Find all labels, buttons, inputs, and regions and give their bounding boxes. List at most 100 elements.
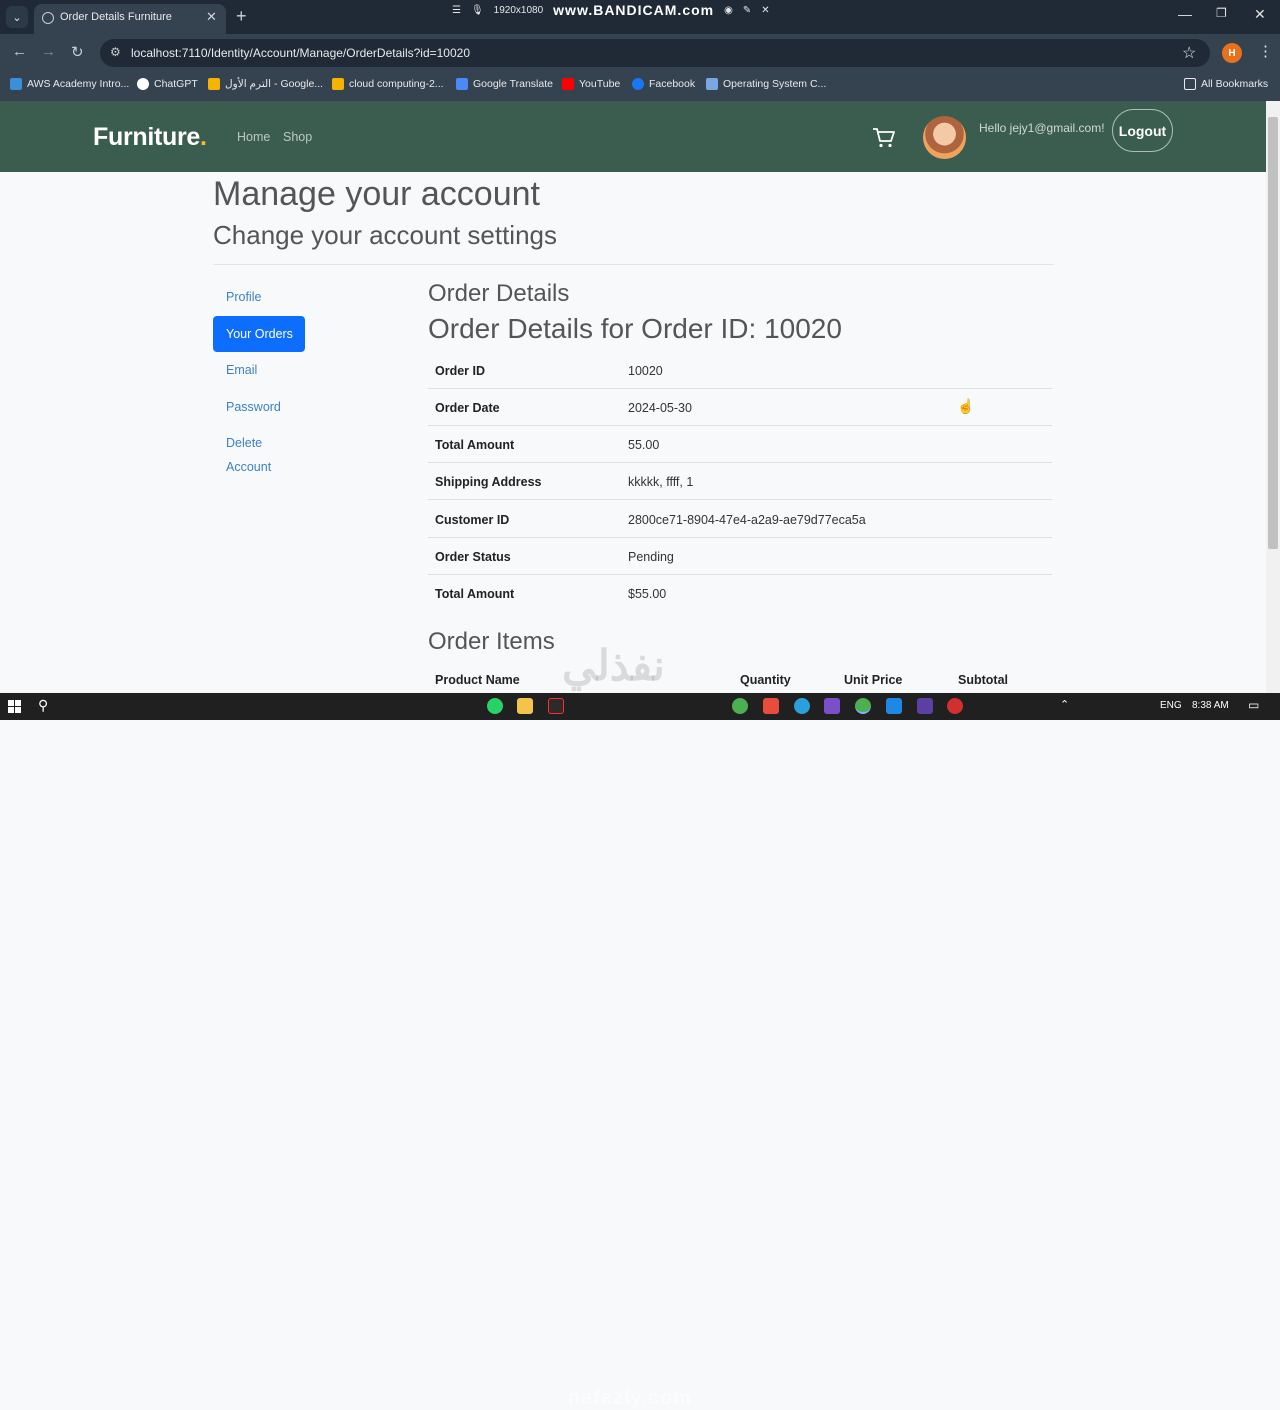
nav-shop-link[interactable]: Shop [283,130,312,144]
order-items-title: Order Items [428,628,555,655]
drive-icon [208,78,220,90]
windows-taskbar: ⚲ nafezly.com ⌃ ENG 8:38 AM ▭ [0,693,1280,1409]
detail-label: Order Date [435,401,500,415]
detail-label: Order ID [435,364,486,378]
bookmark-youtube[interactable]: YouTube [562,78,620,90]
tab-close-icon[interactable]: ✕ [206,9,217,25]
folder-icon [1184,78,1196,90]
sidebar-item-password[interactable]: Password [213,400,281,414]
cart-icon[interactable] [872,127,896,149]
detail-label: Shipping Address [435,475,542,489]
sidebar-item-email[interactable]: Email [213,363,257,377]
input-language[interactable]: ENG [1160,700,1182,711]
page-scrollbar[interactable] [1266,101,1280,693]
bandicam-logo: www.BANDICAM.com [553,2,715,18]
terminal-icon[interactable] [917,698,933,714]
watermark-latin: nafezly.com [568,1387,692,1409]
detail-value: 10020 [628,364,663,378]
camera-icon[interactable]: ◉ [724,5,733,16]
bookmark-star-icon[interactable]: ☆ [1182,43,1196,63]
chrome-active-icon[interactable] [855,698,871,714]
tab-search-button[interactable]: ⌄ [6,6,28,28]
column-header-subtotal: Subtotal [958,673,1008,687]
window-minimize-button[interactable]: — [1178,6,1192,22]
detail-label: Total Amount [435,587,515,601]
clock[interactable]: 8:38 AM [1192,700,1229,711]
store-icon[interactable] [763,698,779,714]
brand-logo[interactable]: Furniture. [93,123,207,152]
recording-resolution: 1920x1080 [493,4,544,16]
page-subtitle: Change your account settings [213,220,557,250]
bandicam-recording-bar: ☰ 🎙 1920x1080 www.BANDICAM.com ◉ ✎ ✕ [440,0,840,20]
bookmark-operating-system[interactable]: Operating System C... [706,78,826,90]
menu-icon[interactable]: ☰ [452,5,461,16]
all-bookmarks-button[interactable]: All Bookmarks [1184,78,1268,90]
search-icon[interactable]: ⚲ [38,697,48,714]
chevron-up-icon[interactable]: ⌃ [1060,698,1069,711]
address-bar[interactable]: ⚙ localhost:7110/Identity/Account/Manage… [100,39,1210,67]
mail-icon[interactable] [886,698,902,714]
profile-avatar-button[interactable]: H [1222,43,1242,63]
bookmark-cloud-computing[interactable]: cloud computing-2... [332,78,444,90]
forward-arrow-icon[interactable]: → [41,43,56,60]
visual-studio-icon[interactable] [824,698,840,714]
detail-value: kkkkk, ffff, 1 [628,475,694,489]
user-greeting[interactable]: Hello jejy1@gmail.com! [979,121,1105,135]
pencil-icon[interactable]: ✎ [743,5,751,16]
more-menu-icon[interactable]: ⋮ [1258,42,1273,60]
bookmark-facebook[interactable]: Facebook [632,78,695,90]
sidebar-item-profile[interactable]: Profile [213,290,261,304]
new-tab-button[interactable]: + [236,6,247,27]
bandicam-icon[interactable] [947,698,963,714]
drive-icon [332,78,344,90]
detail-value: $55.00 [628,587,667,601]
sidebar-item-delete[interactable]: Delete [213,436,262,450]
logout-button[interactable]: Logout [1112,109,1173,152]
sidebar-item-account[interactable]: Account [213,460,271,474]
facebook-icon [632,78,644,90]
detail-row-order-status: Order Status Pending [428,538,1052,575]
translate-icon [456,78,468,90]
close-icon[interactable]: ✕ [761,5,769,16]
column-header-quantity: Quantity [740,673,791,687]
bookmarks-bar: AWS Academy Intro... ChatGPT الترم الأول… [0,72,1280,101]
user-avatar[interactable] [923,116,966,159]
chrome-icon[interactable] [732,698,748,714]
nav-home-link[interactable]: Home [237,130,270,144]
url-text[interactable]: localhost:7110/Identity/Account/Manage/O… [131,46,470,60]
scrollbar-thumb[interactable] [1268,117,1278,549]
bookmark-chatgpt[interactable]: ChatGPT [137,78,198,90]
tab-title: Order Details Furniture [60,11,172,23]
browser-tab-strip: ⌄ Order Details Furniture ✕ + ☰ 🎙 1920x1… [0,0,1280,34]
hand-cursor-icon: ☝ [957,398,975,414]
bookmark-aws[interactable]: AWS Academy Intro... [10,78,129,90]
browser-toolbar: ← → ↻ ⚙ localhost:7110/Identity/Account/… [0,34,1280,72]
globe-icon [42,12,54,24]
doc-icon [706,78,718,90]
site-info-icon[interactable]: ⚙ [110,45,121,59]
detail-row-order-id: Order ID 10020 [428,352,1052,389]
web-page: Furniture. Home Shop Hello jejy1@gmail.c… [0,101,1266,693]
detail-value: 2024-05-30 [628,401,692,415]
notification-icon[interactable]: ▭ [1248,698,1259,712]
cloud-icon [10,78,22,90]
window-close-button[interactable]: ✕ [1254,6,1266,23]
whatsapp-icon[interactable] [487,698,503,714]
bookmark-drive-term[interactable]: الترم الأول - Google... [208,78,323,90]
youtube-icon [562,78,574,90]
order-heading: Order Details for Order ID: 10020 [428,313,842,344]
chatgpt-icon [137,78,149,90]
back-arrow-icon[interactable]: ← [12,43,27,60]
adobe-illustrator-icon[interactable] [548,698,564,714]
window-restore-button[interactable]: ❐ [1216,6,1227,20]
windows-start-icon[interactable] [8,700,21,713]
divider [213,264,1053,265]
bookmark-google-translate[interactable]: Google Translate [456,78,553,90]
browser-tab[interactable]: Order Details Furniture ✕ [34,4,226,34]
page-title: Manage your account [213,175,540,213]
file-explorer-icon[interactable] [517,698,533,714]
mic-icon[interactable]: 🎙 [471,5,484,16]
telegram-icon[interactable] [794,698,810,714]
reload-icon[interactable]: ↻ [71,43,84,61]
sidebar-item-your-orders[interactable]: Your Orders [213,316,305,352]
